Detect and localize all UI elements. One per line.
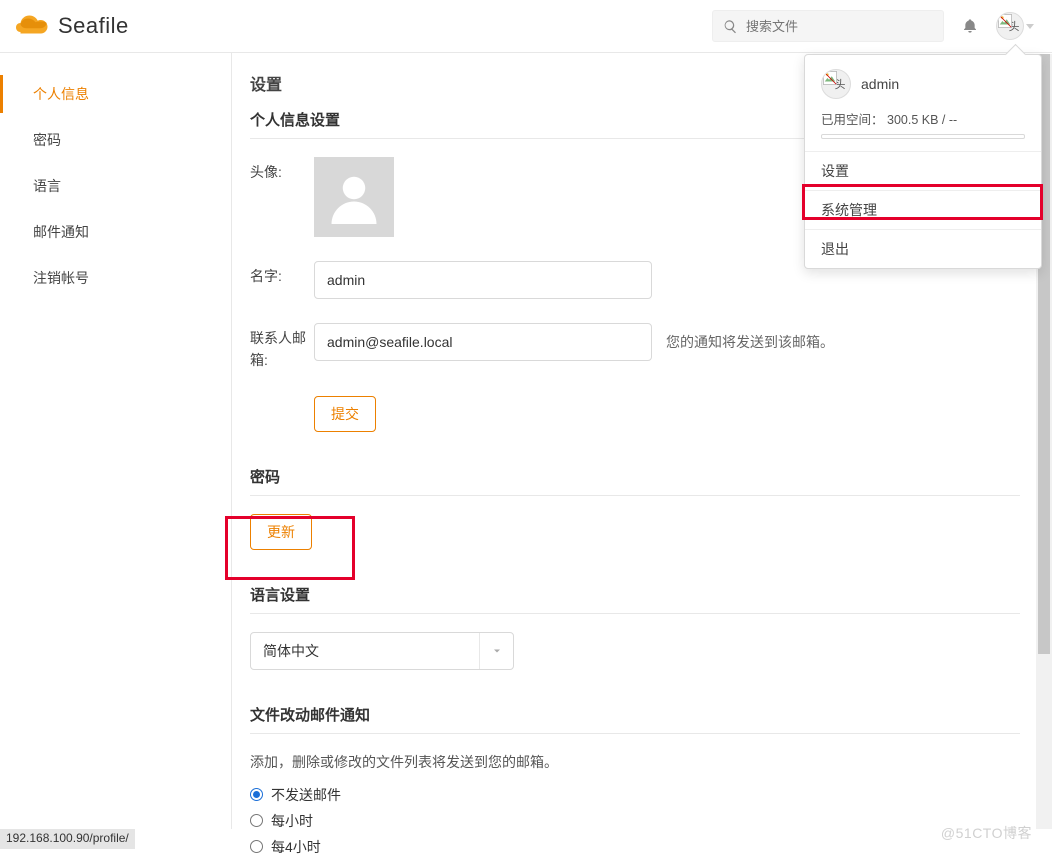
section-title-password: 密码 [250, 466, 1020, 496]
user-menu-button[interactable]: 头 [996, 12, 1034, 40]
person-icon [327, 170, 381, 224]
contact-email-input[interactable] [314, 323, 652, 361]
search-icon [723, 19, 738, 34]
radio-icon [250, 814, 263, 827]
browser-status-bar: 192.168.100.90/profile/ [0, 829, 135, 849]
dropdown-menu-list: 设置 系统管理 退出 [805, 151, 1041, 268]
broken-image-icon [998, 14, 1012, 28]
sidebar-item-language[interactable]: 语言 [0, 167, 231, 205]
chevron-down-icon [479, 633, 513, 669]
label-name: 名字: [250, 261, 314, 287]
radio-option-hourly[interactable]: 每小时 [250, 808, 1020, 834]
brand-name: Seafile [58, 13, 129, 39]
sidebar-item-password[interactable]: 密码 [0, 121, 231, 159]
watermark-text: @51CTO博客 [941, 823, 1032, 843]
notify-description: 添加，删除或修改的文件列表将发送到您的邮箱。 [250, 752, 1020, 772]
section-email-notify: 文件改动邮件通知 添加，删除或修改的文件列表将发送到您的邮箱。 不发送邮件 每小… [250, 704, 1020, 860]
name-input[interactable] [314, 261, 652, 299]
avatar: 头 [996, 12, 1024, 40]
sidebar-item-delete-account[interactable]: 注销帐号 [0, 259, 231, 297]
label-contact-email: 联系人邮箱: [250, 323, 314, 372]
user-dropdown: 头 admin 已用空间： 300.5 KB / -- 设置 系统管理 退出 [804, 54, 1042, 269]
radio-option-4hourly[interactable]: 每4小时 [250, 834, 1020, 860]
section-title-email-notify: 文件改动邮件通知 [250, 704, 1020, 734]
brand-logo[interactable]: Seafile [16, 12, 129, 40]
section-title-language: 语言设置 [250, 584, 1020, 614]
dropdown-username: admin [861, 76, 899, 92]
dropdown-item-logout[interactable]: 退出 [805, 229, 1041, 268]
dropdown-item-settings[interactable]: 设置 [805, 151, 1041, 190]
notifications-icon[interactable] [962, 17, 978, 35]
radio-option-none[interactable]: 不发送邮件 [250, 782, 1020, 808]
radio-icon [250, 840, 263, 853]
dropdown-storage: 已用空间： 300.5 KB / -- [805, 109, 1041, 151]
dropdown-avatar: 头 [821, 69, 851, 99]
seafile-icon [16, 12, 52, 40]
dropdown-user-row: 头 admin [805, 55, 1041, 109]
section-language: 语言设置 简体中文 [250, 584, 1020, 670]
dropdown-item-sysadmin[interactable]: 系统管理 [805, 190, 1041, 229]
avatar-placeholder[interactable] [314, 157, 394, 237]
search-input[interactable] [738, 19, 933, 34]
settings-sidebar: 个人信息 密码 语言 邮件通知 注销帐号 [0, 53, 232, 829]
sidebar-item-profile[interactable]: 个人信息 [0, 75, 231, 113]
language-selected-value: 简体中文 [251, 641, 479, 661]
submit-button[interactable]: 提交 [314, 396, 376, 432]
password-update-button[interactable]: 更新 [250, 514, 312, 550]
label-avatar: 头像: [250, 157, 314, 183]
sidebar-item-email-notify[interactable]: 邮件通知 [0, 213, 231, 251]
broken-image-icon [823, 71, 837, 85]
language-select[interactable]: 简体中文 [250, 632, 514, 670]
search-box[interactable] [712, 10, 944, 42]
chevron-down-icon [1026, 24, 1034, 29]
section-password: 密码 更新 [250, 466, 1020, 550]
radio-icon [250, 788, 263, 801]
app-header: Seafile 头 [0, 0, 1052, 53]
email-hint: 您的通知将发送到该邮箱。 [666, 332, 834, 352]
storage-progress-bar [821, 134, 1025, 139]
